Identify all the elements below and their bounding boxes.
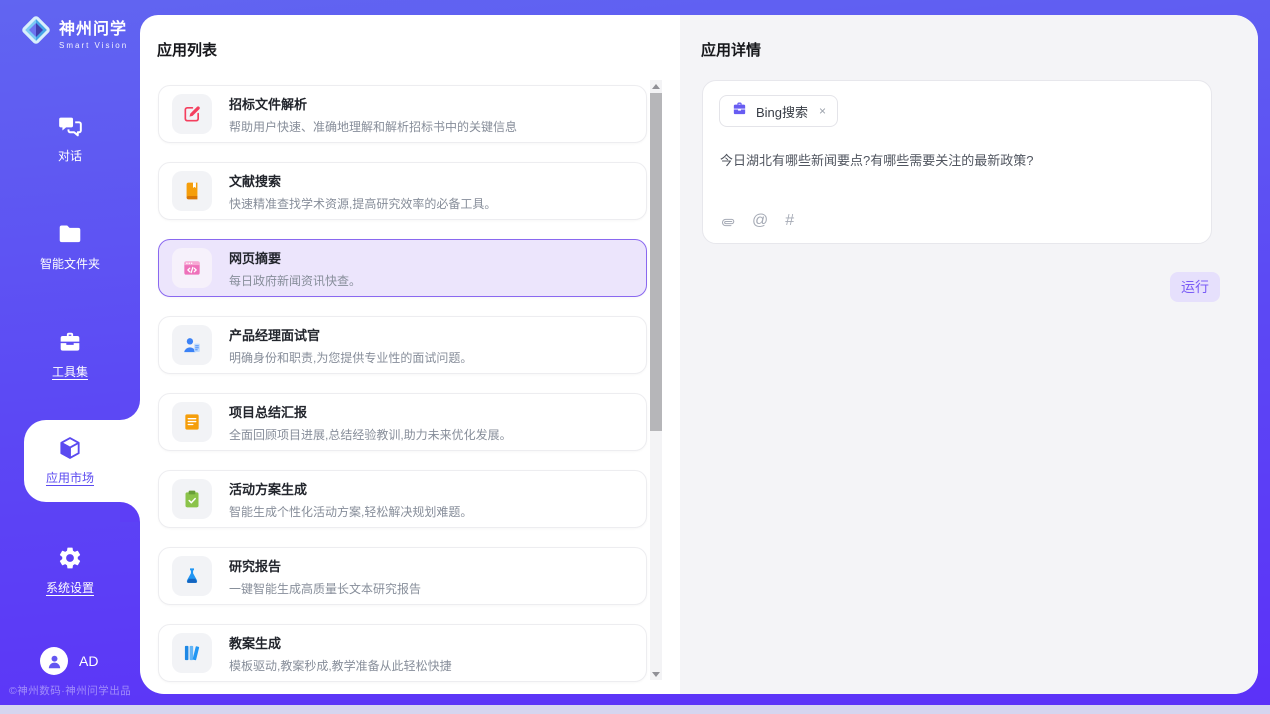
scrollbar-thumb[interactable] bbox=[650, 93, 662, 431]
cube-icon bbox=[57, 435, 83, 461]
chat-icon bbox=[57, 113, 83, 139]
app-card-3[interactable]: 产品经理面试官明确身份和职责,为您提供专业性的面试问题。 bbox=[158, 316, 647, 374]
tool-tag-bing-search[interactable]: Bing搜索 × bbox=[719, 95, 838, 127]
diamond-logo-icon bbox=[18, 12, 54, 53]
sidebar-item-label: 应用市场 bbox=[46, 469, 94, 486]
app-card-description: 快速精准查找学术资源,提高研究效率的必备工具。 bbox=[229, 195, 496, 212]
user-name: AD bbox=[79, 653, 98, 669]
app-card-2[interactable]: 网页摘要每日政府新闻资讯快查。 bbox=[158, 239, 647, 297]
sidebar-item-label: 对话 bbox=[58, 147, 82, 164]
app-card-title: 研究报告 bbox=[229, 556, 421, 575]
tag-close-icon[interactable]: × bbox=[819, 104, 826, 118]
memo-icon bbox=[172, 402, 212, 442]
main-content: 应用列表 招标文件解析帮助用户快速、准确地理解和解析招标书中的关键信息文献搜索快… bbox=[140, 15, 1258, 694]
tool-tag-label: Bing搜索 bbox=[756, 102, 808, 121]
app-card-title: 产品经理面试官 bbox=[229, 325, 472, 344]
app-card-title: 活动方案生成 bbox=[229, 479, 472, 498]
app-card-0[interactable]: 招标文件解析帮助用户快速、准确地理解和解析招标书中的关键信息 bbox=[158, 85, 647, 143]
mention-icon[interactable]: @ bbox=[752, 212, 768, 230]
app-list-title: 应用列表 bbox=[157, 39, 217, 60]
toolbox-icon bbox=[57, 329, 83, 355]
copyright-footer: ©神州数码·神州问学出品 bbox=[9, 683, 131, 698]
sidebar-item-1[interactable]: 智能文件夹 bbox=[0, 208, 140, 272]
active-item-bottom-curve bbox=[120, 502, 140, 522]
user-avatar-icon bbox=[40, 647, 68, 675]
app-card-title: 项目总结汇报 bbox=[229, 402, 512, 421]
active-item-top-curve bbox=[120, 400, 140, 420]
app-list-panel: 应用列表 招标文件解析帮助用户快速、准确地理解和解析招标书中的关键信息文献搜索快… bbox=[140, 15, 680, 694]
brand: 神州问学 Smart Vision bbox=[18, 12, 128, 53]
prompt-card: Bing搜索 × 今日湖北有哪些新闻要点?有哪些需要关注的最新政策? @# bbox=[702, 80, 1212, 244]
app-card-7[interactable]: 教案生成模板驱动,教案秒成,教学准备从此轻松快捷 bbox=[158, 624, 647, 682]
sidebar-item-label: 系统设置 bbox=[46, 579, 94, 596]
app-card-title: 网页摘要 bbox=[229, 248, 361, 267]
app-card-list: 招标文件解析帮助用户快速、准确地理解和解析招标书中的关键信息文献搜索快速精准查找… bbox=[158, 85, 647, 694]
sidebar: 神州问学 Smart Vision 对话智能文件夹工具集应用市场系统设置 AD … bbox=[0, 0, 140, 705]
app-card-4[interactable]: 项目总结汇报全面回顾项目进展,总结经验教训,助力未来优化发展。 bbox=[158, 393, 647, 451]
sidebar-item-3[interactable]: 应用市场 bbox=[24, 420, 140, 502]
brand-subtitle: Smart Vision bbox=[59, 41, 128, 50]
app-card-description: 模板驱动,教案秒成,教学准备从此轻松快捷 bbox=[229, 657, 452, 674]
book-icon bbox=[172, 171, 212, 211]
attachment-icon[interactable] bbox=[720, 214, 735, 229]
app-card-6[interactable]: 研究报告一键智能生成高质量长文本研究报告 bbox=[158, 547, 647, 605]
prompt-input[interactable]: 今日湖北有哪些新闻要点?有哪些需要关注的最新政策? bbox=[720, 151, 1193, 171]
scroll-up-arrow-icon[interactable] bbox=[650, 80, 662, 92]
app-card-title: 文献搜索 bbox=[229, 171, 496, 190]
run-button[interactable]: 运行 bbox=[1170, 272, 1220, 302]
books-icon bbox=[172, 633, 212, 673]
app-card-title: 招标文件解析 bbox=[229, 94, 517, 113]
interviewer-icon bbox=[172, 325, 212, 365]
app-card-description: 每日政府新闻资讯快查。 bbox=[229, 272, 361, 289]
gear-icon bbox=[57, 545, 83, 571]
brand-name: 神州问学 bbox=[59, 15, 128, 39]
app-card-title: 教案生成 bbox=[229, 633, 452, 652]
app-card-1[interactable]: 文献搜索快速精准查找学术资源,提高研究效率的必备工具。 bbox=[158, 162, 647, 220]
sidebar-item-label: 智能文件夹 bbox=[40, 255, 100, 272]
scroll-down-arrow-icon[interactable] bbox=[650, 668, 662, 680]
folder-icon bbox=[57, 221, 83, 247]
sidebar-item-4[interactable]: 系统设置 bbox=[0, 532, 140, 596]
app-card-description: 全面回顾项目进展,总结经验教训,助力未来优化发展。 bbox=[229, 426, 512, 443]
flask-icon bbox=[172, 556, 212, 596]
scrollbar[interactable] bbox=[650, 80, 662, 680]
app-card-description: 帮助用户快速、准确地理解和解析招标书中的关键信息 bbox=[229, 118, 517, 135]
browser-code-icon bbox=[172, 248, 212, 288]
app-card-description: 智能生成个性化活动方案,轻松解决规划难题。 bbox=[229, 503, 472, 520]
edit-square-icon bbox=[172, 94, 212, 134]
hash-icon[interactable]: # bbox=[785, 212, 794, 230]
app-card-description: 明确身份和职责,为您提供专业性的面试问题。 bbox=[229, 349, 472, 366]
app-frame: 神州问学 Smart Vision 对话智能文件夹工具集应用市场系统设置 AD … bbox=[0, 0, 1270, 705]
briefcase-icon bbox=[731, 100, 748, 122]
sidebar-item-0[interactable]: 对话 bbox=[0, 100, 140, 164]
clipboard-check-icon bbox=[172, 479, 212, 519]
app-detail-title: 应用详情 bbox=[701, 39, 761, 60]
app-card-description: 一键智能生成高质量长文本研究报告 bbox=[229, 580, 421, 597]
app-card-5[interactable]: 活动方案生成智能生成个性化活动方案,轻松解决规划难题。 bbox=[158, 470, 647, 528]
sidebar-item-label: 工具集 bbox=[52, 363, 88, 380]
sidebar-item-2[interactable]: 工具集 bbox=[0, 316, 140, 380]
app-detail-panel: 应用详情 Bing搜索 × 今日湖北有哪些新闻要点?有哪些需要关注的最新政策? … bbox=[680, 15, 1258, 694]
user-row[interactable]: AD bbox=[0, 647, 140, 675]
composer-toolbar: @# bbox=[720, 212, 794, 230]
